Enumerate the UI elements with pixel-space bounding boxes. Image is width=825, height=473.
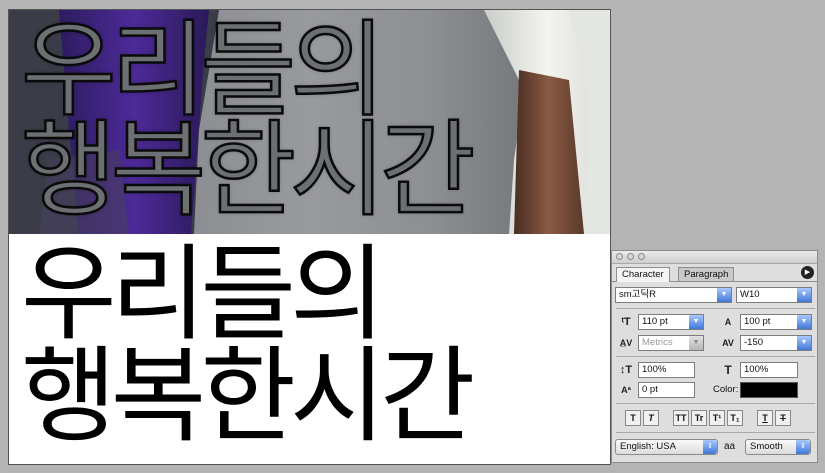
language-value: English: USA (620, 441, 676, 452)
palette-tabs: Character Paragraph ▶ (612, 264, 817, 282)
leading-combo[interactable]: 100 pt ▼ (740, 314, 812, 330)
color-label: Color: (713, 384, 739, 395)
chevron-down-icon: ▼ (689, 315, 703, 329)
tab-character[interactable]: Character (616, 267, 670, 282)
kerning-value: Metrics (642, 337, 673, 348)
minimize-button[interactable] (627, 253, 634, 260)
close-button[interactable] (616, 253, 623, 260)
chevron-down-icon: ▼ (797, 315, 811, 329)
font-size-value: 110 pt (642, 316, 668, 327)
antialias-select[interactable]: Smooth ⇕ (745, 439, 811, 455)
color-swatch[interactable] (740, 382, 798, 398)
underline-button[interactable]: T (757, 410, 773, 426)
plain-text-line2: 행복한시간 (21, 335, 475, 457)
divider (616, 308, 815, 309)
font-style-dropdown[interactable]: W10 ▼ (736, 287, 812, 303)
horizontal-scale-icon: T (724, 363, 732, 377)
kerning-icon: A̲V (619, 338, 633, 348)
baseline-shift-field[interactable]: 0 pt (638, 382, 695, 398)
kerning-combo[interactable]: Metrics ▼ (638, 335, 704, 351)
vertical-scale-icon: ↕T (619, 364, 633, 376)
superscript-button[interactable]: T¹ (709, 410, 725, 426)
zoom-button[interactable] (638, 253, 645, 260)
small-caps-button[interactable]: Tr (691, 410, 707, 426)
plain-text-layer: 우리들의 행복한시간 (9, 10, 610, 464)
chevron-updown-icon: ⇕ (796, 440, 810, 454)
faux-italic-button[interactable]: T (643, 410, 659, 426)
strikethrough-button[interactable]: T (775, 410, 791, 426)
subscript-button[interactable]: T₁ (727, 410, 743, 426)
antialias-icon: aa (724, 441, 736, 452)
horizontal-scale-field[interactable]: 100% (740, 362, 798, 378)
font-family-dropdown[interactable]: sm고딕R ▼ (615, 287, 732, 303)
font-style-value: W10 (740, 289, 760, 300)
font-size-combo[interactable]: 110 pt ▼ (638, 314, 704, 330)
tracking-combo[interactable]: -150 ▼ (740, 335, 812, 351)
all-caps-button[interactable]: TT (673, 410, 689, 426)
character-palette: Character Paragraph ▶ sm고딕R ▼ W10 ▼ ᵗT 1… (611, 250, 818, 463)
chevron-updown-icon: ⇕ (703, 440, 717, 454)
document-canvas[interactable]: 우리들의 행복한시간 우리들의 행복한시간 (8, 9, 611, 465)
baseline-shift-icon: Aª (621, 385, 631, 395)
chevron-down-icon: ▼ (797, 288, 811, 302)
divider (616, 432, 815, 433)
tracking-icon: AV (722, 338, 734, 348)
chevron-down-icon: ▼ (689, 336, 703, 350)
divider (616, 356, 815, 357)
divider (616, 403, 815, 404)
chevron-down-icon: ▼ (797, 336, 811, 350)
font-family-value: sm고딕R (619, 289, 657, 300)
leading-value: 100 pt (744, 316, 771, 327)
faux-bold-button[interactable]: T (625, 410, 641, 426)
leading-icon: A (724, 317, 732, 327)
palette-menu-icon[interactable]: ▶ (801, 266, 814, 279)
plain-text-line1: 우리들의 (21, 233, 386, 355)
language-select[interactable]: English: USA ⇕ (615, 439, 718, 455)
tracking-value: -150 (744, 337, 764, 348)
font-size-icon: ᵗT (621, 316, 631, 328)
tab-paragraph[interactable]: Paragraph (678, 267, 735, 281)
chevron-down-icon: ▼ (717, 288, 731, 302)
vertical-scale-field[interactable]: 100% (638, 362, 695, 378)
palette-titlebar[interactable] (612, 251, 817, 264)
antialias-value: Smooth (750, 441, 783, 452)
